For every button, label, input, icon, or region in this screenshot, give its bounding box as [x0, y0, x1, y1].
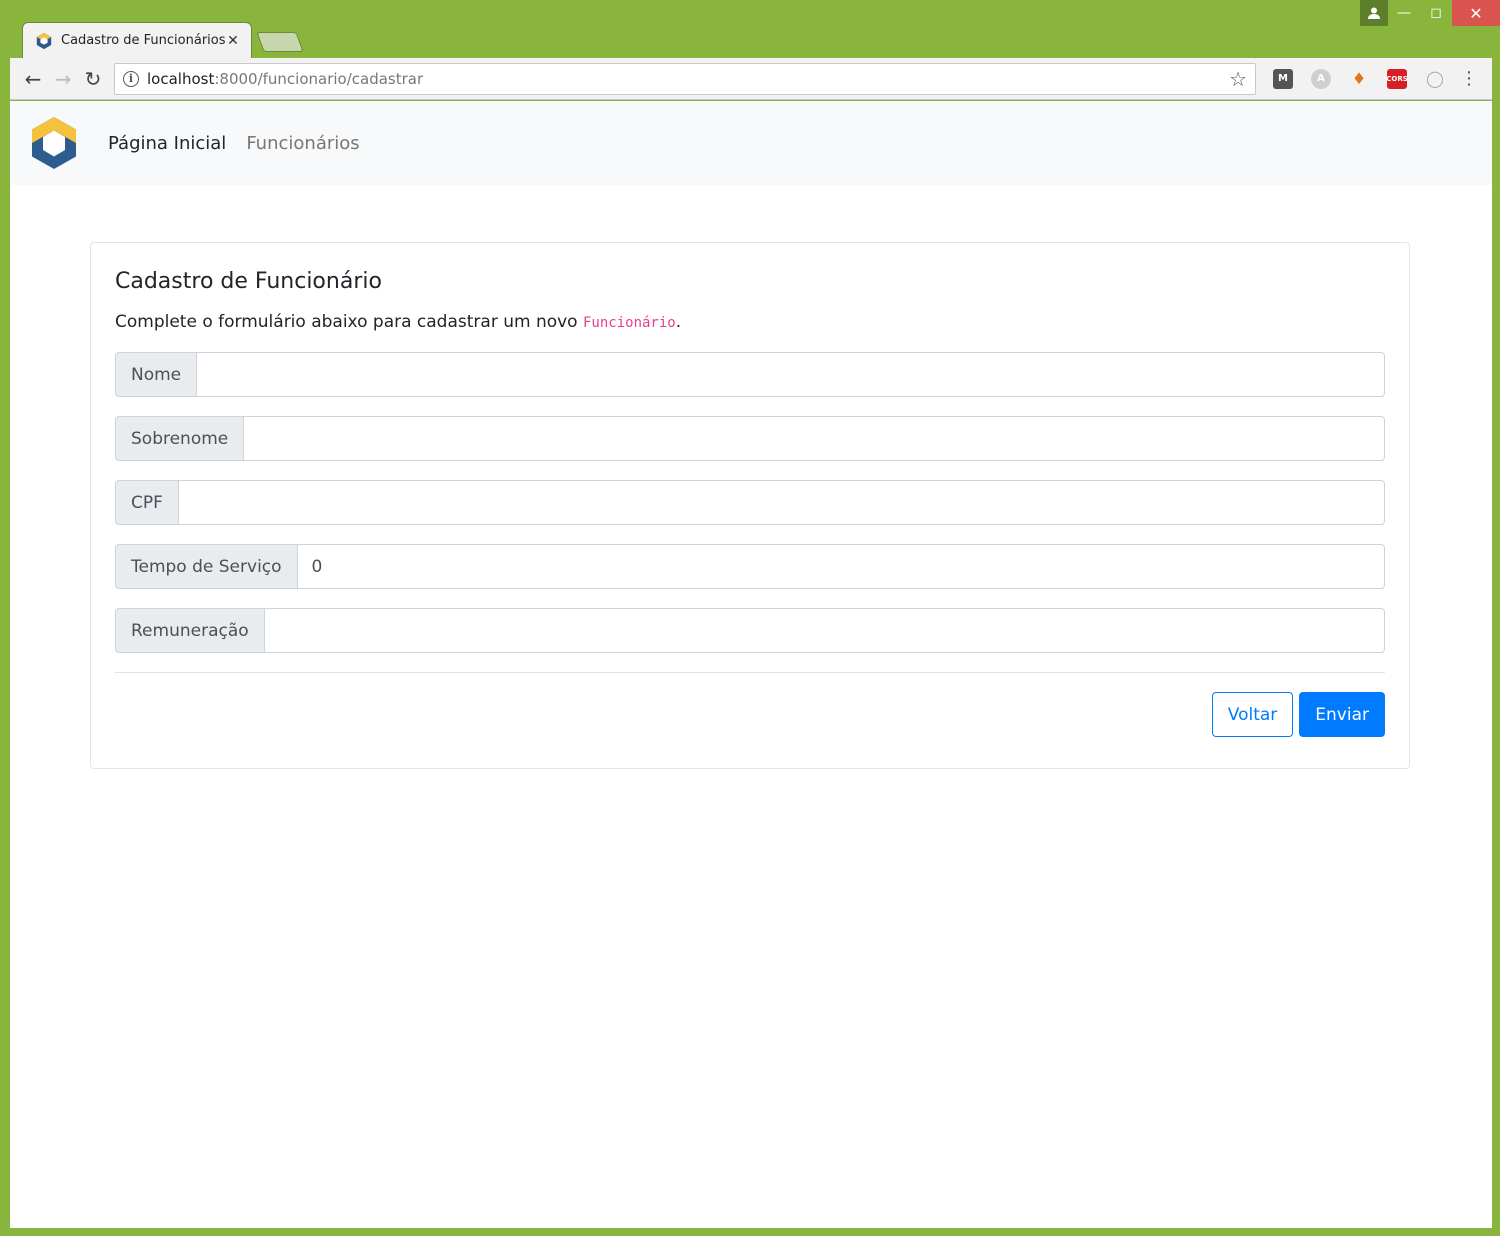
- cpf-group: CPF: [115, 480, 1385, 525]
- back-icon[interactable]: ←: [18, 64, 48, 94]
- remuneracao-input[interactable]: [264, 608, 1385, 653]
- minimize-icon[interactable]: —: [1388, 0, 1420, 26]
- menu-icon[interactable]: ⋮: [1460, 68, 1478, 89]
- extension-metamask-icon[interactable]: ♦: [1349, 69, 1369, 89]
- tempo-servico-input[interactable]: [297, 544, 1385, 589]
- browser-toolbar: ← → ↻ i localhost:8000/funcionario/cadas…: [10, 58, 1492, 100]
- forward-icon[interactable]: →: [48, 64, 78, 94]
- remuneracao-label: Remuneração: [115, 608, 265, 653]
- description-suffix: .: [675, 312, 682, 332]
- page-title: Cadastro de Funcionário: [115, 269, 382, 294]
- tempo-servico-group: Tempo de Serviço: [115, 544, 1385, 589]
- cpf-input[interactable]: [178, 480, 1385, 525]
- info-icon[interactable]: i: [123, 70, 139, 87]
- tempo-servico-label: Tempo de Serviço: [115, 544, 298, 589]
- cpf-label: CPF: [115, 480, 179, 525]
- back-button[interactable]: Voltar: [1211, 692, 1294, 737]
- extensions: M A ♦ CORS ◯: [1264, 68, 1454, 89]
- favicon-icon: [36, 32, 52, 49]
- sobrenome-group: Sobrenome: [115, 416, 1385, 461]
- new-tab-button[interactable]: [256, 32, 304, 52]
- description-text: Complete o formulário abaixo para cadast…: [115, 312, 583, 332]
- sobrenome-input[interactable]: [244, 416, 1385, 461]
- star-icon[interactable]: ☆: [1229, 67, 1247, 91]
- close-window-icon[interactable]: ✕: [1452, 0, 1500, 26]
- submit-button[interactable]: Enviar: [1299, 692, 1385, 737]
- url-host: localhost: [147, 69, 215, 88]
- form-divider: [115, 672, 1385, 673]
- browser-tab[interactable]: Cadastro de Funcionários ✕: [22, 22, 252, 58]
- nome-input[interactable]: [197, 352, 1385, 397]
- extension-shield-icon[interactable]: ◯: [1425, 69, 1445, 89]
- tab-title: Cadastro de Funcionários: [61, 33, 225, 48]
- remuneracao-group: Remuneração: [115, 608, 1385, 653]
- extension-m-icon[interactable]: M: [1273, 68, 1293, 89]
- reload-icon[interactable]: ↻: [78, 64, 108, 94]
- extension-cors-icon[interactable]: CORS: [1386, 68, 1408, 89]
- tab-close-icon[interactable]: ✕: [225, 33, 241, 49]
- profile-icon[interactable]: [1360, 0, 1388, 26]
- form-card: Cadastro de Funcionário Complete o formu…: [90, 242, 1410, 769]
- url-path: :8000/funcionario/cadastrar: [214, 69, 424, 88]
- description-code: Funcionário: [583, 315, 676, 331]
- extension-angular-icon[interactable]: A: [1311, 68, 1331, 89]
- form-actions: Voltar Enviar: [115, 692, 1385, 737]
- nav-link-home[interactable]: Página Inicial: [108, 133, 226, 154]
- address-bar[interactable]: i localhost:8000/funcionario/cadastrar ☆: [114, 62, 1256, 95]
- form-description: Complete o formulário abaixo para cadast…: [115, 312, 1385, 332]
- nome-group: Nome: [115, 352, 1385, 397]
- sobrenome-label: Sobrenome: [115, 416, 245, 461]
- navbar: Página Inicial Funcionários: [10, 101, 1492, 185]
- nav-link-funcionarios[interactable]: Funcionários: [246, 133, 359, 154]
- page-viewport: Página Inicial Funcionários Cadastro de …: [10, 101, 1492, 1228]
- brand-logo-icon[interactable]: [28, 115, 80, 171]
- maximize-icon[interactable]: ◻: [1420, 0, 1452, 26]
- window-controls: — ◻ ✕: [1360, 0, 1500, 26]
- form-fields: Nome Sobrenome CPF Tempo de Serviço Remu…: [115, 352, 1385, 653]
- nome-label: Nome: [115, 352, 198, 397]
